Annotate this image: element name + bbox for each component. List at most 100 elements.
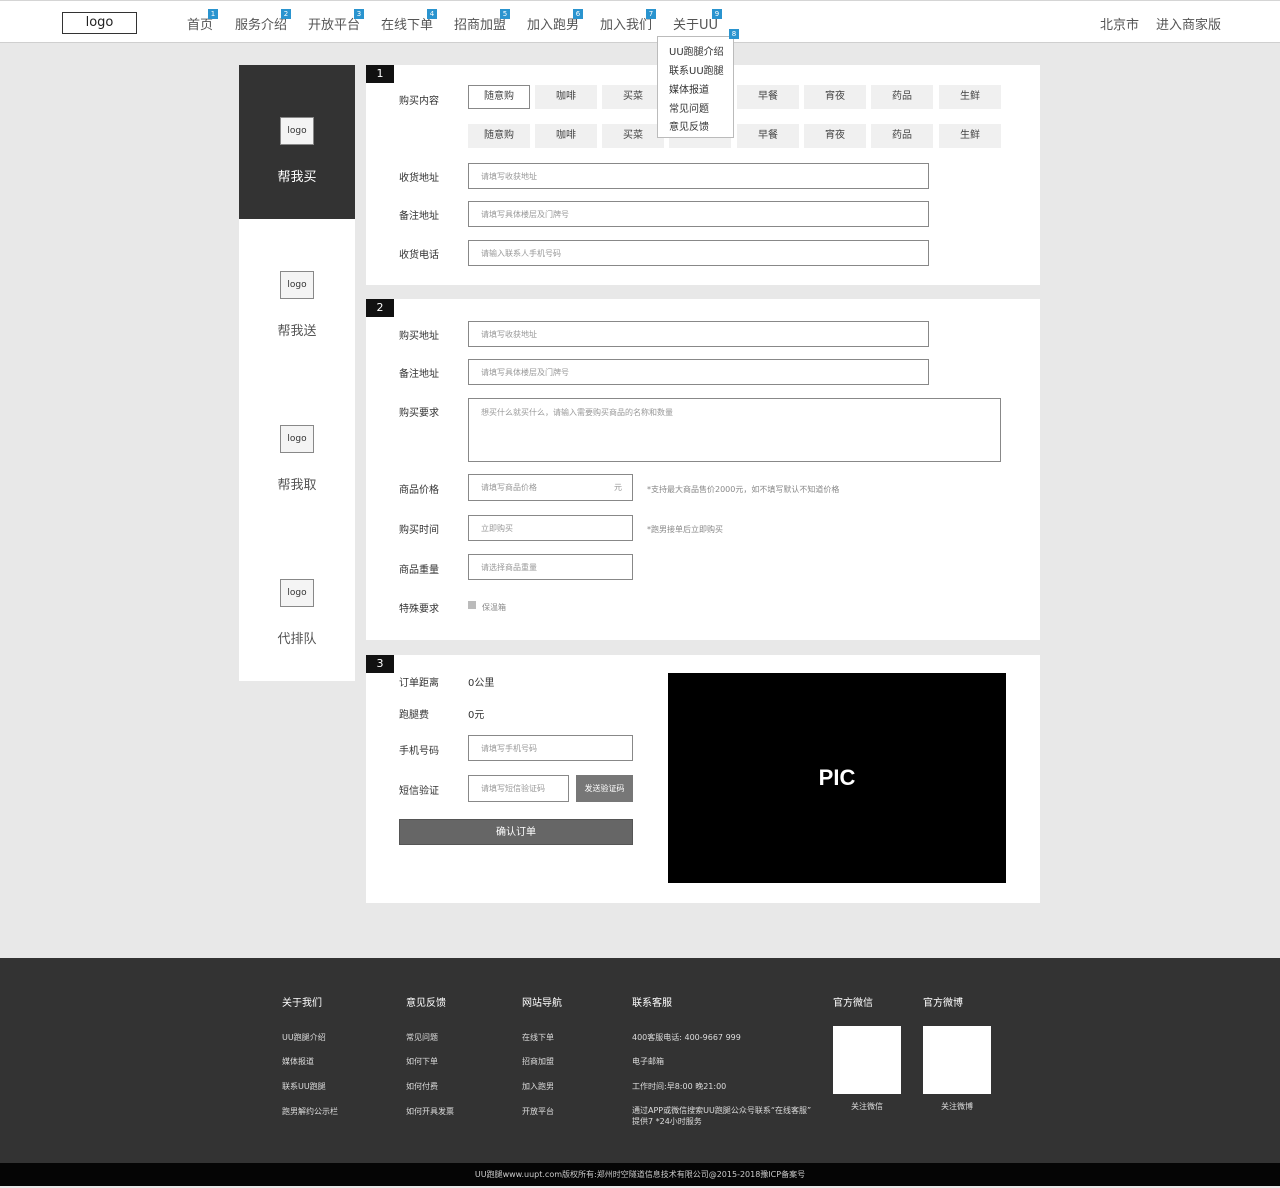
nav-badge: 3	[354, 9, 364, 19]
mobile-label: 手机号码	[399, 746, 439, 757]
category-chip[interactable]: 生鲜	[939, 124, 1001, 148]
note-address-input[interactable]: 请填写具体楼层及门牌号	[468, 359, 929, 385]
nav-badge: 6	[573, 9, 583, 19]
service-logo-placeholder: logo	[280, 271, 314, 299]
fee-label: 跑腿费	[399, 710, 429, 721]
service-logo-placeholder: logo	[280, 425, 314, 453]
confirm-order-button[interactable]: 确认订单	[399, 819, 633, 845]
category-chip[interactable]: 药品	[871, 85, 933, 109]
sms-label: 短信验证	[399, 786, 439, 797]
footer-hours: 工作时间:早8:00 晚21:00	[632, 1082, 727, 1091]
service-sidebar: logo 帮我买 logo 帮我送 logo 帮我取 logo 代排队	[239, 65, 355, 681]
footer-link[interactable]: 加入跑男	[522, 1081, 554, 1092]
special-requirement-label: 特殊要求	[399, 604, 439, 615]
wechat-caption: 关注微信	[851, 1102, 883, 1111]
category-chip[interactable]: 随意购	[468, 124, 530, 148]
dropdown-item[interactable]: 意见反馈	[669, 118, 709, 133]
footer-weibo-title: 官方微博	[923, 998, 963, 1009]
insulated-box-label: 保温箱	[482, 603, 506, 612]
nav-badge: 4	[427, 9, 437, 19]
buy-address-input[interactable]: 请填写收获地址	[468, 321, 929, 347]
dropdown-item[interactable]: 常见问题	[669, 100, 709, 115]
footer-link[interactable]: 常见问题	[406, 1032, 438, 1043]
nav-label: 在线下单	[381, 18, 434, 33]
buy-requirement-textarea[interactable]: 想买什么就买什么，请输入需要购买商品的名称和数量	[468, 398, 1001, 462]
nav-item-about-uu[interactable]: 关于UU 9	[673, 9, 722, 33]
dropdown-item[interactable]: 联系UU跑腿	[669, 62, 724, 77]
sidebar-item-help-pickup[interactable]: logo 帮我取	[239, 373, 355, 527]
price-unit: 元	[614, 483, 622, 492]
send-code-button[interactable]: 发送验证码	[576, 775, 633, 802]
footer-link[interactable]: 如何付费	[406, 1081, 438, 1092]
nav-item-join-us[interactable]: 加入我们 7	[600, 9, 656, 33]
price-label: 商品价格	[399, 485, 439, 496]
category-chip[interactable]: 早餐	[737, 124, 799, 148]
nav-item-franchise[interactable]: 招商加盟 5	[454, 9, 510, 33]
nav-badge: 7	[646, 9, 656, 19]
mobile-input[interactable]: 请填写手机号码	[468, 735, 633, 761]
nav-label: 服务介绍	[235, 18, 288, 33]
insulated-box-checkbox[interactable]	[468, 601, 476, 609]
footer-email: 电子邮箱	[632, 1057, 664, 1066]
category-chip[interactable]: 买菜	[602, 124, 664, 148]
category-chip[interactable]: 药品	[871, 124, 933, 148]
footer-link[interactable]: 开放平台	[522, 1106, 554, 1117]
sidebar-item-label: 帮我买	[277, 170, 317, 185]
nav-badge: 9	[712, 9, 722, 19]
nav-item-home[interactable]: 首页 1	[187, 9, 218, 33]
top-nav-bar: logo 首页 1 服务介绍 2 开放平台 3 在线下单 4 招商加盟 5 加入跑男 6 加…	[0, 0, 1280, 43]
weight-select[interactable]: 请选择商品重量	[468, 554, 633, 580]
buy-content-label: 购买内容	[399, 96, 439, 107]
sms-code-input[interactable]: 请填写短信验证码	[468, 775, 569, 802]
footer-link[interactable]: 跑男解约公示栏	[282, 1106, 338, 1117]
category-chip[interactable]: 宵夜	[804, 124, 866, 148]
footer-link[interactable]: 在线下单	[522, 1032, 554, 1043]
footer-service-note: 通过APP或微信搜索UU跑腿公众号联系“在线客服”	[632, 1106, 812, 1115]
merchant-link[interactable]: 进入商家版	[1156, 14, 1221, 33]
nav-item-join-runner[interactable]: 加入跑男 6	[527, 9, 583, 33]
category-chip[interactable]: 宵夜	[804, 85, 866, 109]
buy-address-label: 购买地址	[399, 331, 439, 342]
note-address-input[interactable]: 请填写具体楼层及门牌号	[468, 201, 929, 227]
weibo-qr-code	[923, 1026, 991, 1094]
nav-badge: 5	[500, 9, 510, 19]
city-selector[interactable]: 北京市	[1100, 14, 1139, 33]
receive-phone-input[interactable]: 请输入联系人手机号码	[468, 240, 929, 266]
nav-item-services[interactable]: 服务介绍 2	[235, 9, 291, 33]
footer-wechat-title: 官方微信	[833, 998, 873, 1009]
category-chip[interactable]: 咖啡	[535, 85, 597, 109]
category-chip[interactable]: 早餐	[737, 85, 799, 109]
category-chip[interactable]: 生鲜	[939, 85, 1001, 109]
sidebar-item-queue[interactable]: logo 代排队	[239, 527, 355, 681]
price-hint: *支持最大商品售价2000元，如不填写默认不知道价格	[647, 485, 840, 494]
dropdown-item[interactable]: UU跑腿介绍	[669, 43, 724, 58]
buy-time-select[interactable]: 立即购买	[468, 515, 633, 541]
price-input[interactable]: 请填写商品价格 元	[468, 474, 633, 501]
site-logo[interactable]: logo	[62, 12, 137, 34]
distance-value: 0公里	[468, 678, 495, 689]
buy-time-label: 购买时间	[399, 525, 439, 536]
dropdown-item[interactable]: 媒体报道	[669, 81, 709, 96]
buy-time-hint: *跑男接单后立即购买	[647, 525, 723, 534]
category-chip[interactable]: 随意购	[468, 85, 530, 109]
footer-link[interactable]: 如何下单	[406, 1056, 438, 1067]
nav-label: 开放平台	[308, 18, 361, 33]
category-chip[interactable]: 买菜	[602, 85, 664, 109]
step-number: 2	[366, 299, 394, 317]
sidebar-item-help-send[interactable]: logo 帮我送	[239, 219, 355, 373]
pic-placeholder: PIC	[668, 673, 1006, 883]
footer-service-title: 联系客服	[632, 998, 672, 1009]
nav-item-open-platform[interactable]: 开放平台 3	[308, 9, 364, 33]
sidebar-item-help-buy[interactable]: logo 帮我买	[239, 65, 355, 219]
nav-label: 招商加盟	[454, 18, 507, 33]
sidebar-item-label: 帮我取	[277, 478, 317, 493]
receive-address-input[interactable]: 请填写收获地址	[468, 163, 929, 189]
nav-item-online-order[interactable]: 在线下单 4	[381, 9, 437, 33]
footer-link[interactable]: 媒体报道	[282, 1056, 314, 1067]
nav-badge: 1	[208, 9, 218, 19]
footer-link[interactable]: UU跑腿介绍	[282, 1032, 326, 1043]
footer-link[interactable]: 招商加盟	[522, 1056, 554, 1067]
footer-link[interactable]: 如何开具发票	[406, 1106, 454, 1117]
footer-link[interactable]: 联系UU跑腿	[282, 1081, 326, 1092]
category-chip[interactable]: 咖啡	[535, 124, 597, 148]
